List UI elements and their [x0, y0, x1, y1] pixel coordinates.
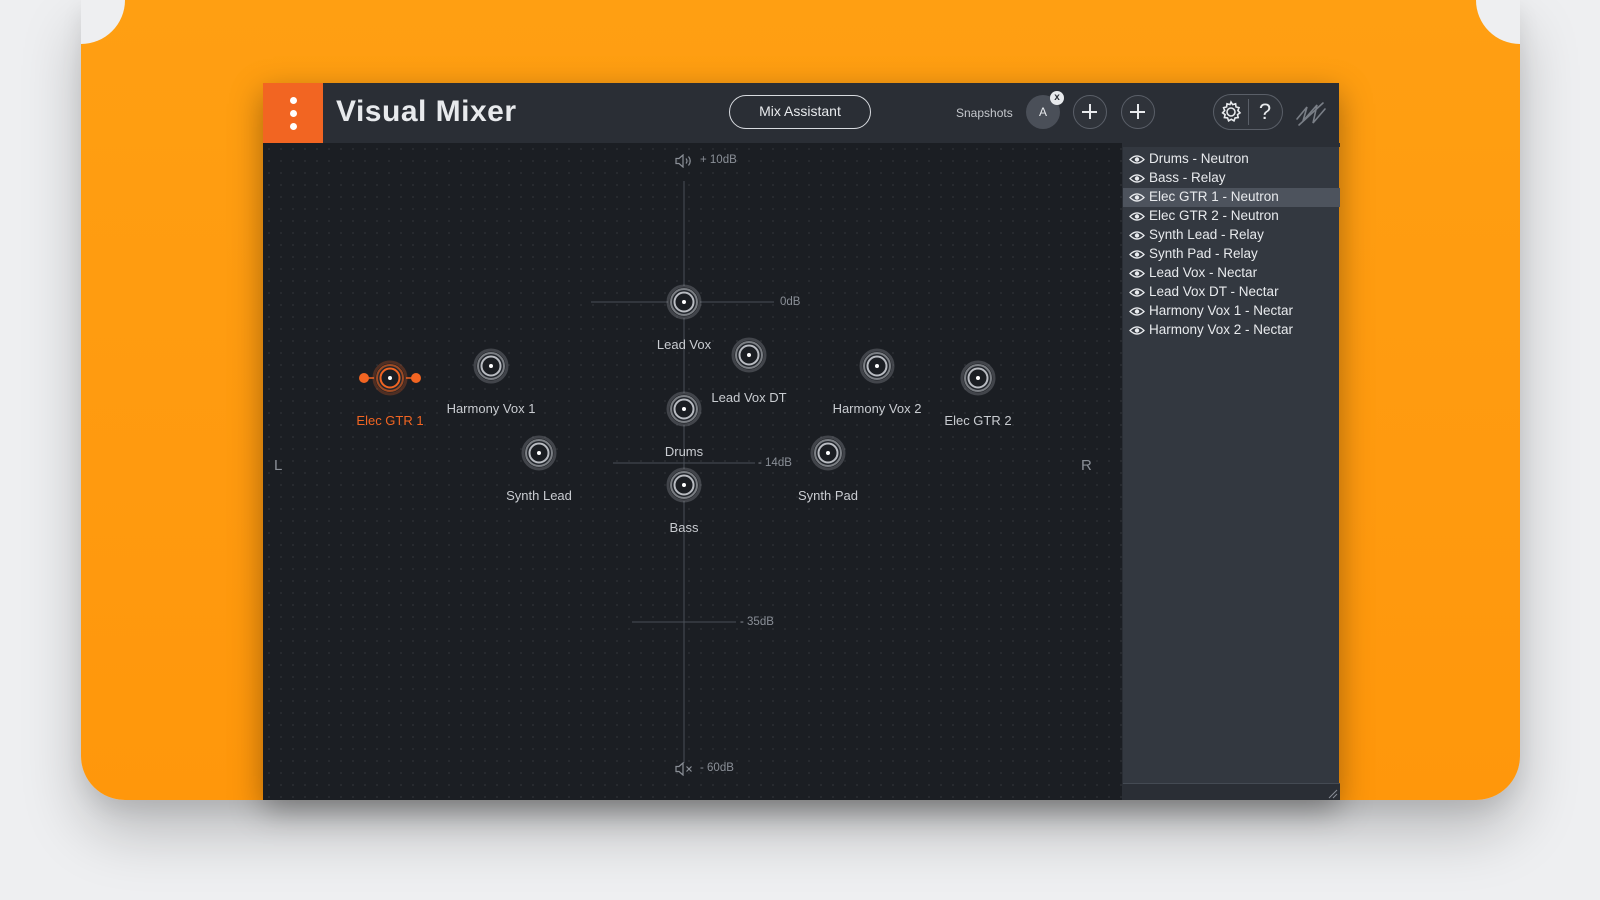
eye-icon[interactable]: [1129, 173, 1145, 184]
track-node-label: Synth Lead: [506, 488, 572, 503]
eye-icon[interactable]: [1129, 249, 1145, 260]
gear-icon: [1221, 100, 1242, 122]
plus-icon: [1089, 104, 1091, 119]
track-list-item[interactable]: Harmony Vox 2 - Nectar: [1123, 321, 1340, 340]
visual-mixer-window: Visual Mixer Mix Assistant Snapshots A x: [263, 83, 1340, 800]
izotope-logo-icon: [1296, 102, 1326, 126]
track-node-label: Harmony Vox 1: [446, 401, 536, 416]
track-node-synth-pad[interactable]: [793, 433, 863, 473]
snapshots-label: Snapshots: [956, 106, 1013, 120]
header-bar: Visual Mixer Mix Assistant Snapshots A x: [263, 83, 1339, 143]
track-node-label: Elec GTR 2: [944, 413, 1012, 428]
track-list-label: Lead Vox - Nectar: [1149, 265, 1258, 280]
track-node-harmony-vox-1[interactable]: [456, 346, 526, 386]
add-snapshot-button-2[interactable]: [1121, 95, 1155, 129]
track-list-label: Synth Lead - Relay: [1149, 227, 1264, 242]
menu-button[interactable]: [263, 83, 323, 143]
divider: [1248, 99, 1249, 125]
settings-button[interactable]: [1217, 98, 1245, 126]
track-list-item[interactable]: Drums - Neutron: [1123, 150, 1340, 169]
settings-help-group: ?: [1213, 94, 1283, 130]
track-node-harmony-vox-2[interactable]: [842, 346, 912, 386]
mute-icon: [675, 762, 692, 776]
eye-icon[interactable]: [1129, 230, 1145, 241]
track-list-label: Harmony Vox 1 - Nectar: [1149, 303, 1294, 318]
pan-right-label: R: [1081, 457, 1092, 474]
track-node-label: Elec GTR 1: [356, 413, 424, 428]
track-list-label: Synth Pad - Relay: [1149, 246, 1258, 261]
track-node-synth-lead[interactable]: [504, 433, 574, 473]
track-node-label: Bass: [669, 520, 699, 535]
track-list-item[interactable]: Lead Vox - Nectar: [1123, 264, 1340, 283]
menu-dots-icon: [290, 97, 297, 104]
eye-icon[interactable]: [1129, 154, 1145, 165]
track-node-label: Lead Vox: [656, 337, 712, 352]
menu-dots-icon: [290, 110, 297, 117]
speaker-icon: [675, 154, 691, 168]
track-node-bass[interactable]: [649, 465, 719, 505]
track-node-lead-vox-dt[interactable]: [714, 335, 784, 375]
track-node-label: Synth Pad: [798, 488, 858, 503]
axis-top-label: + 10dB: [700, 154, 737, 166]
add-snapshot-button[interactable]: [1073, 95, 1107, 129]
track-list-label: Elec GTR 1 - Neutron: [1149, 189, 1279, 204]
axis-14db-label: - 14dB: [758, 457, 792, 469]
track-list-label: Bass - Relay: [1149, 170, 1226, 185]
eye-icon[interactable]: [1129, 211, 1145, 222]
mixer-stage[interactable]: + 10dB 0dB - 14dB - 35dB - 60dB L R Lead…: [263, 143, 1122, 800]
track-list-item[interactable]: Lead Vox DT - Nectar: [1123, 283, 1340, 302]
mix-assistant-button[interactable]: Mix Assistant: [729, 95, 871, 129]
track-list-label: Elec GTR 2 - Neutron: [1149, 208, 1279, 223]
eye-icon[interactable]: [1129, 325, 1145, 336]
track-list-label: Lead Vox DT - Nectar: [1149, 284, 1279, 299]
track-node-label: Drums: [664, 444, 704, 459]
track-node-label: Harmony Vox 2: [832, 401, 922, 416]
page-title: Visual Mixer: [336, 95, 517, 128]
track-node-elec-gtr-2[interactable]: [943, 358, 1013, 398]
axis-35db-label: - 35dB: [740, 616, 774, 628]
axis-0db-label: 0dB: [780, 296, 801, 308]
track-list-label: Drums - Neutron: [1149, 151, 1249, 166]
plus-icon: [1137, 104, 1139, 119]
track-node-elec-gtr-1[interactable]: [355, 358, 425, 398]
track-list-item[interactable]: Synth Lead - Relay: [1123, 226, 1340, 245]
eye-icon[interactable]: [1129, 268, 1145, 279]
track-list-item[interactable]: Elec GTR 1 - Neutron: [1123, 188, 1340, 207]
track-list-item[interactable]: Elec GTR 2 - Neutron: [1123, 207, 1340, 226]
panel-top-strip: [1123, 143, 1340, 147]
track-list-item[interactable]: Harmony Vox 1 - Nectar: [1123, 302, 1340, 321]
pan-left-label: L: [274, 457, 283, 474]
help-icon: ?: [1258, 99, 1272, 124]
eye-icon[interactable]: [1129, 192, 1145, 203]
axis-bottom-label: - 60dB: [700, 762, 734, 774]
menu-dots-icon: [290, 123, 297, 130]
help-button[interactable]: ?: [1251, 98, 1279, 126]
track-node-lead-vox[interactable]: [649, 282, 719, 322]
resize-handle-icon[interactable]: [1326, 787, 1338, 799]
track-list-label: Harmony Vox 2 - Nectar: [1149, 322, 1294, 337]
track-list-panel: Drums - Neutron Bass - Relay Elec GTR 1 …: [1122, 143, 1340, 800]
track-list-item[interactable]: Synth Pad - Relay: [1123, 245, 1340, 264]
snapshot-remove-button[interactable]: x: [1050, 91, 1064, 105]
eye-icon[interactable]: [1129, 287, 1145, 298]
panel-footer: [1123, 783, 1340, 800]
track-node-label: Lead Vox DT: [711, 390, 787, 405]
eye-icon[interactable]: [1129, 306, 1145, 317]
track-node-drums[interactable]: [649, 389, 719, 429]
track-list-item[interactable]: Bass - Relay: [1123, 169, 1340, 188]
